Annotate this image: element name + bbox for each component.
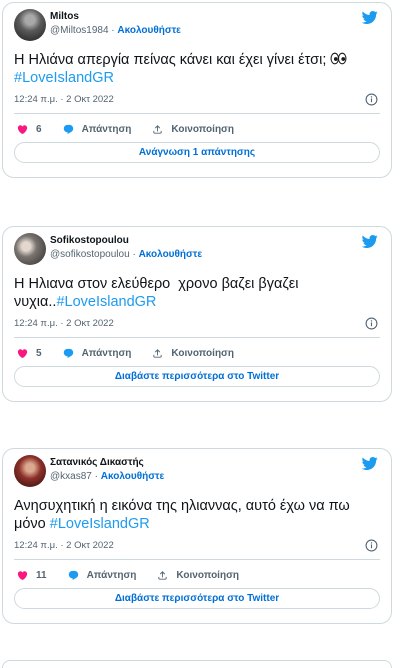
heart-icon (17, 570, 28, 581)
read-replies-button[interactable]: Ανάγνωση 1 απάντησης (14, 142, 380, 163)
separator-dot: · (132, 249, 136, 260)
tweet-text: Η Ηλιάνα απεργία πείνας κάνει και έχει γ… (14, 51, 380, 87)
hashtag-link[interactable]: #LoveIslandGR (56, 294, 156, 310)
author-handle[interactable]: @sofikostopoulou (50, 249, 130, 260)
author-handle[interactable]: @kxas87 (50, 471, 92, 482)
read-more-button[interactable]: Διαβάστε περισσότερα στο Twitter (14, 366, 380, 387)
avatar[interactable] (14, 233, 46, 265)
hashtag-link[interactable]: #LoveIslandGR (14, 69, 380, 87)
tweet-card: Sofikostopoulou @sofikostopoulou · Ακολο… (2, 226, 392, 402)
share-button[interactable]: Κοινοποίηση (152, 348, 234, 359)
like-button[interactable]: 11 (17, 570, 47, 581)
tweet-card-partial (2, 660, 392, 668)
tweet-timestamp[interactable]: 12:24 π.μ. · 2 Οκτ 2022 (14, 540, 114, 552)
tweet-timestamp[interactable]: 12:24 π.μ. · 2 Οκτ 2022 (14, 94, 114, 106)
follow-link[interactable]: Ακολουθήστε (101, 471, 165, 482)
tweet-timestamp[interactable]: 12:24 π.μ. · 2 Οκτ 2022 (14, 318, 114, 330)
cta-label: Ανάγνωση 1 απάντησης (138, 147, 256, 158)
like-button[interactable]: 5 (17, 348, 42, 359)
author-name[interactable]: Σατανικός Δικαστής (50, 457, 144, 469)
author-handle-line: @Miltos1984 · Ακολουθήστε (50, 25, 181, 37)
author-handle[interactable]: @Miltos1984 (50, 25, 109, 36)
twitter-bird-icon[interactable] (361, 10, 378, 25)
like-count: 6 (36, 123, 42, 135)
read-more-button[interactable]: Διαβάστε περισσότερα στο Twitter (14, 588, 380, 609)
speech-bubble-icon (63, 124, 74, 135)
share-label: Κοινοποίηση (171, 347, 234, 359)
reply-label: Απάντηση (81, 347, 132, 359)
speech-bubble-icon (68, 570, 79, 581)
separator-dot: · (94, 471, 98, 482)
reply-button[interactable]: Απάντηση (63, 123, 132, 135)
tweet-text: Ανησυχητική η εικόνα της ηλιαννας, αυτό … (14, 497, 380, 533)
tweet-card: Miltos @Miltos1984 · Ακολουθήστε Η Ηλιάν… (2, 2, 392, 178)
tweet-card: Σατανικός Δικαστής @kxas87 · Ακολουθήστε… (2, 448, 392, 624)
reply-button[interactable]: Απάντηση (63, 347, 132, 359)
share-icon (157, 570, 168, 581)
like-count: 5 (36, 347, 42, 359)
twitter-bird-icon[interactable] (361, 234, 378, 249)
author-name[interactable]: Miltos (50, 11, 79, 23)
share-label: Κοινοποίηση (171, 123, 234, 135)
info-icon[interactable] (365, 539, 378, 552)
tweet-actions: 6 Απάντηση Κοινοποίηση (17, 121, 234, 137)
cta-label: Διαβάστε περισσότερα στο Twitter (114, 593, 280, 604)
info-icon[interactable] (365, 317, 378, 330)
twitter-bird-icon[interactable] (361, 456, 378, 471)
tweet-text: Η Ηλιανα στον ελεύθερο χρονο βαζει βγαζε… (14, 275, 380, 311)
author-handle-line: @sofikostopoulou · Ακολουθήστε (50, 249, 202, 261)
speech-bubble-icon (63, 348, 74, 359)
divider (14, 337, 380, 338)
share-button[interactable]: Κοινοποίηση (152, 124, 234, 135)
avatar[interactable] (14, 455, 46, 487)
avatar[interactable] (14, 9, 46, 41)
heart-icon (17, 348, 28, 359)
share-icon (152, 124, 163, 135)
cta-label: Διαβάστε περισσότερα στο Twitter (114, 371, 280, 382)
reply-button[interactable]: Απάντηση (68, 569, 137, 581)
like-button[interactable]: 6 (17, 124, 42, 135)
tweet-text-content: Η Ηλιάνα απεργία πείνας κάνει και έχει γ… (14, 52, 327, 68)
author-handle-line: @kxas87 · Ακολουθήστε (50, 471, 164, 483)
divider (14, 559, 380, 560)
follow-link[interactable]: Ακολουθήστε (139, 249, 203, 260)
author-name[interactable]: Sofikostopoulou (50, 235, 129, 247)
reply-label: Απάντηση (86, 569, 137, 581)
info-icon[interactable] (365, 93, 378, 106)
hashtag-link[interactable]: #LoveIslandGR (50, 516, 150, 532)
separator-dot: · (111, 25, 115, 36)
divider (14, 113, 380, 114)
share-label: Κοινοποίηση (176, 569, 240, 581)
tweet-actions: 5 Απάντηση Κοινοποίηση (17, 345, 234, 361)
follow-link[interactable]: Ακολουθήστε (117, 25, 181, 36)
like-count: 11 (36, 569, 47, 581)
tweet-actions: 11 Απάντηση Κοινοποίηση (17, 567, 239, 583)
eyes-emoji-icon (330, 51, 347, 66)
share-icon (152, 348, 163, 359)
heart-icon (17, 124, 28, 135)
reply-label: Απάντηση (81, 123, 132, 135)
share-button[interactable]: Κοινοποίηση (157, 570, 239, 581)
